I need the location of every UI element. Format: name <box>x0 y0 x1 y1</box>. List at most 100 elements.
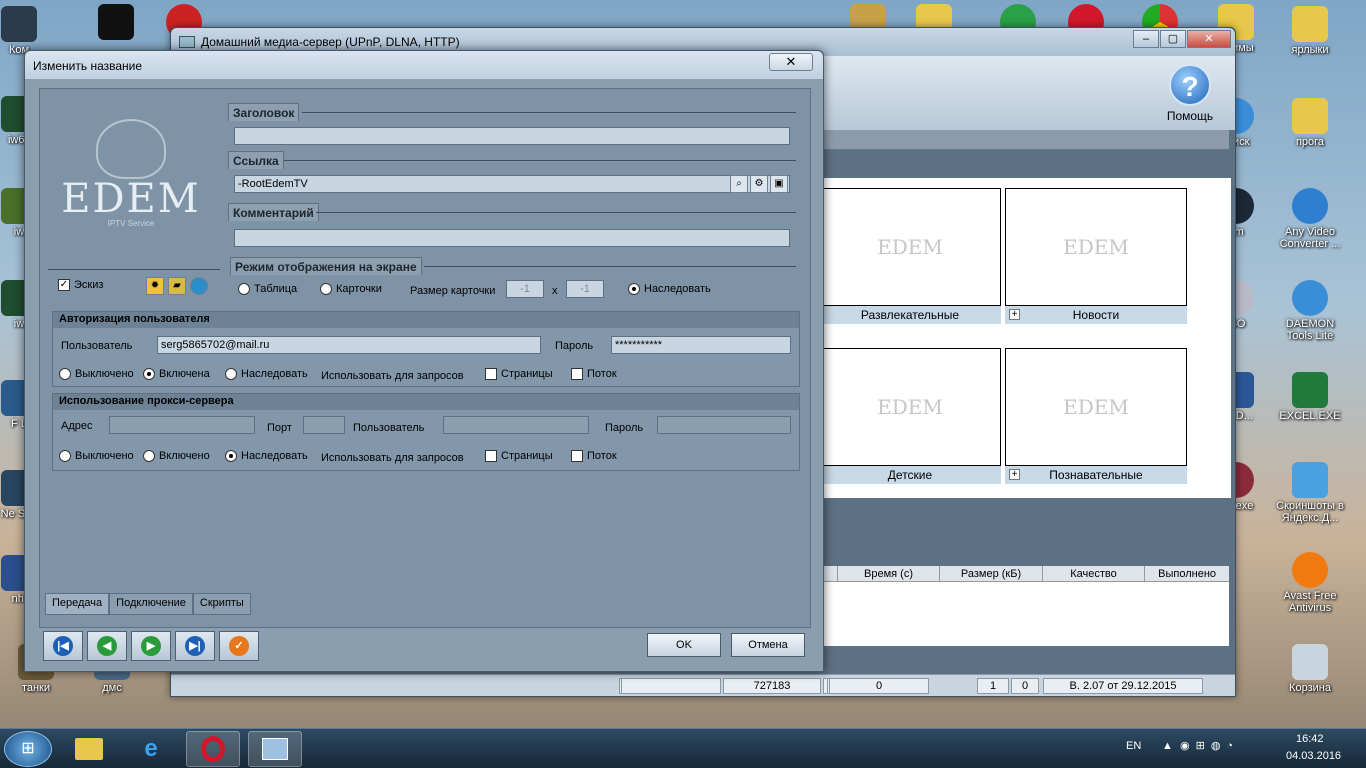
display-mode-label: Режим отображения на экране <box>230 257 422 275</box>
card-kids[interactable]: EDEM Детские <box>819 348 1001 488</box>
radio-table[interactable]: Таблица <box>238 283 297 295</box>
desktop-icon-top-1[interactable] <box>80 4 152 42</box>
proxy-use-for-label: Использовать для запросов <box>321 452 464 464</box>
proxy-user-input[interactable] <box>443 416 589 434</box>
desktop-icon-screenshots[interactable]: Скриншоты в Яндекс.Д... <box>1274 462 1346 524</box>
proxy-address-input[interactable] <box>109 416 255 434</box>
header-input[interactable] <box>234 127 790 145</box>
radio-cards[interactable]: Карточки <box>320 283 382 295</box>
desktop-icon-excel[interactable]: EXCEL.EXE <box>1274 372 1346 422</box>
proxy-radio-on[interactable]: Включено <box>143 450 210 462</box>
column-done[interactable]: Выполнено <box>1144 566 1229 581</box>
help-button[interactable]: ? Помощь <box>1155 64 1225 123</box>
card-logo: EDEM <box>819 348 1001 466</box>
auth-title: Авторизация пользователя <box>53 312 799 328</box>
taskbar-media-server[interactable] <box>248 731 302 767</box>
proxy-title: Использование прокси-сервера <box>53 394 799 410</box>
desktop-icon-proga[interactable]: прога <box>1274 98 1346 148</box>
auth-radio-on[interactable]: Включена <box>143 368 210 380</box>
tab-transfer[interactable]: Передача <box>45 593 110 615</box>
separator <box>284 160 796 161</box>
auth-radio-off[interactable]: Выключено <box>59 368 134 380</box>
proxy-panel: Использование прокси-сервера Адрес Порт … <box>52 393 800 471</box>
auth-pages-checkbox[interactable]: Страницы <box>485 368 553 380</box>
auth-radio-inherit[interactable]: Наследовать <box>225 368 308 380</box>
thumbnails-area: EDEM Развлекательные EDEM + Новости EDEM … <box>819 178 1231 498</box>
clock-time[interactable]: 16:42 <box>1296 733 1324 745</box>
column-size[interactable]: Размер (кБ) <box>939 566 1041 581</box>
transfer-table: Время (с) Размер (кБ) Качество Выполнено <box>821 566 1229 646</box>
proxy-radio-off[interactable]: Выключено <box>59 450 134 462</box>
card-height-input[interactable]: -1 <box>566 280 604 298</box>
column-time[interactable]: Время (с) <box>836 566 939 581</box>
proxy-password-input[interactable] <box>657 416 791 434</box>
desktop-icon-recycle-bin[interactable]: Корзина <box>1274 644 1346 694</box>
card-educational[interactable]: EDEM + Познавательные <box>1005 348 1187 488</box>
tab-connection[interactable]: Подключение <box>109 593 193 615</box>
auth-user-input[interactable]: serg5865702@mail.ru <box>157 336 541 354</box>
taskbar-ie[interactable]: e <box>124 731 178 767</box>
separator <box>302 112 796 113</box>
sun-icon[interactable]: ✹ <box>146 277 164 295</box>
search-icon[interactable]: ⌕ <box>730 175 748 193</box>
expand-icon[interactable]: + <box>1009 469 1020 480</box>
taskbar: ⊞ e EN ▲ ◉⊞◍◔ 16:42 04.03.2016 <box>0 728 1366 768</box>
help-icon: ? <box>1169 64 1211 106</box>
close-button[interactable]: ✕ <box>1187 30 1231 48</box>
edem-logo: EDEM IPTV Service <box>46 119 216 239</box>
maximize-button[interactable]: ▢ <box>1160 30 1186 48</box>
first-button[interactable]: |◀ <box>43 631 83 661</box>
prev-button[interactable]: ◀ <box>87 631 127 661</box>
link-input[interactable]: -RootEdemTV <box>234 175 790 193</box>
proxy-radio-inherit[interactable]: Наследовать <box>225 450 308 462</box>
settings-icon[interactable]: ⚙ <box>750 175 768 193</box>
separator <box>48 269 220 270</box>
column-quality[interactable]: Качество <box>1041 566 1144 581</box>
folder-icon[interactable]: ▰ <box>168 277 186 295</box>
language-indicator[interactable]: EN <box>1126 740 1141 752</box>
dialog-close-button[interactable]: ✕ <box>769 53 813 71</box>
desktop-icon-any-video-converter[interactable]: Any Video Converter ... <box>1274 188 1346 250</box>
start-button[interactable]: ⊞ <box>4 731 52 767</box>
apply-button[interactable]: ✓ <box>219 631 259 661</box>
separator <box>316 212 796 213</box>
comment-input[interactable] <box>234 229 790 247</box>
save-icon[interactable]: ▣ <box>770 175 788 193</box>
preview-checkbox[interactable]: ✓ Эскиз <box>58 279 103 291</box>
desktop-icon-computer[interactable]: Ком <box>0 6 44 56</box>
cancel-button[interactable]: Отмена <box>731 633 805 657</box>
clock-date[interactable]: 04.03.2016 <box>1286 750 1341 762</box>
desktop-icon-yarlyki[interactable]: ярлыки <box>1274 6 1346 56</box>
tray-icons[interactable]: ◉⊞◍◔ <box>1180 739 1239 752</box>
taskbar-explorer[interactable] <box>62 731 116 767</box>
auth-password-input[interactable]: *********** <box>611 336 791 354</box>
dialog-titlebar[interactable]: Изменить название ✕ <box>25 51 823 79</box>
card-width-input[interactable]: -1 <box>506 280 544 298</box>
proxy-port-input[interactable] <box>303 416 345 434</box>
last-icon: ▶| <box>185 636 205 656</box>
card-caption: Новости <box>1072 308 1120 322</box>
radio-inherit-display[interactable]: Наследовать <box>628 283 711 295</box>
desktop-icon-daemon-tools[interactable]: DAEMON Tools Lite <box>1274 280 1346 342</box>
proxy-stream-checkbox[interactable]: Поток <box>571 450 617 462</box>
next-button[interactable]: ▶ <box>131 631 171 661</box>
last-button[interactable]: ▶| <box>175 631 215 661</box>
link-label: Ссылка <box>228 151 284 169</box>
card-caption: Развлекательные <box>819 306 1001 324</box>
table-header: Время (с) Размер (кБ) Качество Выполнено <box>821 566 1229 582</box>
expand-icon[interactable]: + <box>1009 309 1020 320</box>
minimize-button[interactable]: – <box>1133 30 1159 48</box>
card-entertainment[interactable]: EDEM Развлекательные <box>819 188 1001 328</box>
proxy-port-label: Порт <box>267 422 292 434</box>
proxy-pages-checkbox[interactable]: Страницы <box>485 450 553 462</box>
card-news[interactable]: EDEM + Новости <box>1005 188 1187 328</box>
logo-text: EDEM <box>61 176 201 222</box>
tree-icon <box>96 119 166 179</box>
ok-button[interactable]: OK <box>647 633 721 657</box>
taskbar-opera[interactable] <box>186 731 240 767</box>
tray-up-icon[interactable]: ▲ <box>1162 740 1173 752</box>
auth-stream-checkbox[interactable]: Поток <box>571 368 617 380</box>
globe-icon[interactable] <box>190 277 208 295</box>
tab-scripts[interactable]: Скрипты <box>192 593 251 615</box>
desktop-icon-avast[interactable]: Avast Free Antivirus <box>1274 552 1346 614</box>
